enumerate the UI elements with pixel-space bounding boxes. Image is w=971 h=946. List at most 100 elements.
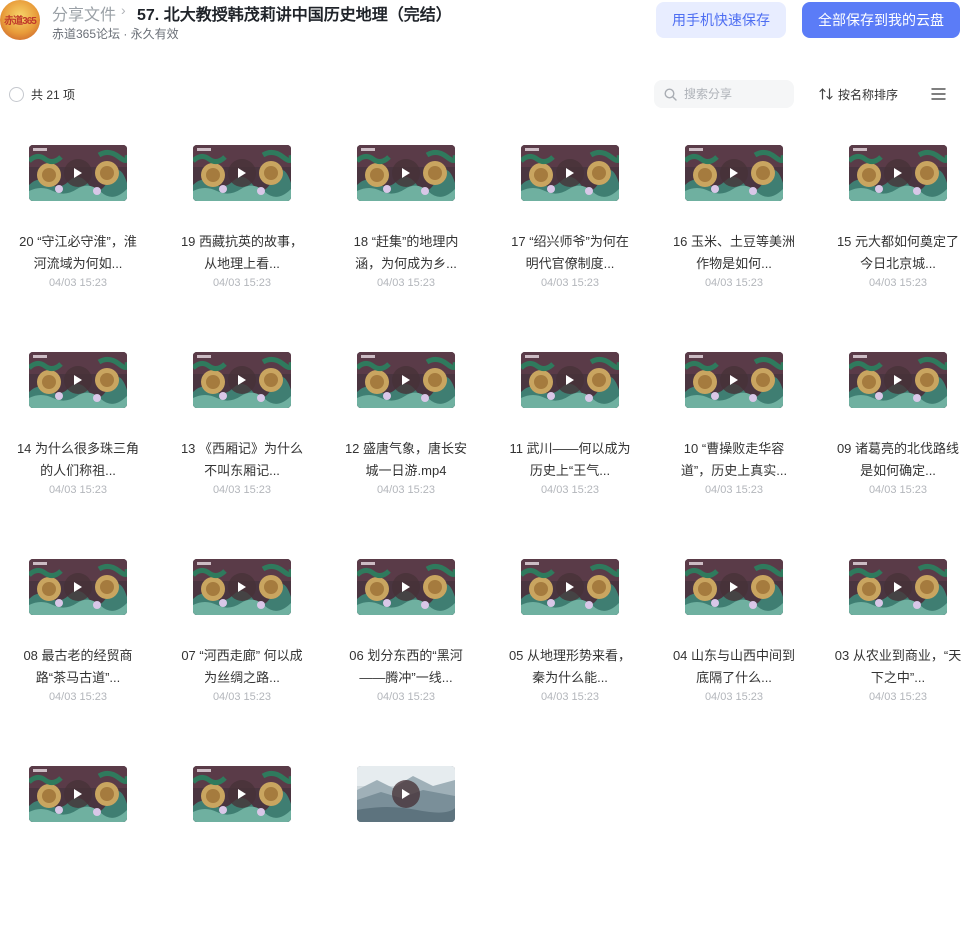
play-icon[interactable] xyxy=(392,366,420,394)
file-name[interactable]: 04 山东与山西中间到底隔了什么... xyxy=(670,645,798,689)
file-item[interactable]: 15 元大都如何奠定了今日北京城... 04/03 15:23 xyxy=(834,145,971,325)
play-icon[interactable] xyxy=(64,366,92,394)
file-date: 04/03 15:23 xyxy=(540,691,600,703)
video-thumbnail[interactable] xyxy=(357,352,455,408)
video-thumbnail[interactable] xyxy=(193,145,291,201)
video-thumbnail[interactable] xyxy=(357,766,455,822)
play-icon[interactable] xyxy=(392,573,420,601)
play-icon[interactable] xyxy=(556,366,584,394)
play-icon[interactable] xyxy=(228,573,256,601)
file-date: 04/03 15:23 xyxy=(868,484,928,496)
file-name[interactable]: 17 “绍兴师爷”为何在明代官僚制度... xyxy=(506,231,634,275)
play-icon[interactable] xyxy=(720,573,748,601)
video-thumbnail[interactable] xyxy=(521,145,619,201)
file-item[interactable] xyxy=(14,766,154,946)
breadcrumb-shared-files[interactable]: 分享文件 xyxy=(52,1,116,25)
sharer-avatar[interactable]: 赤道365 xyxy=(0,0,40,40)
file-item[interactable]: 04 山东与山西中间到底隔了什么... 04/03 15:23 xyxy=(670,559,810,739)
play-icon[interactable] xyxy=(884,159,912,187)
video-thumbnail[interactable] xyxy=(193,766,291,822)
play-icon[interactable] xyxy=(228,366,256,394)
video-thumbnail[interactable] xyxy=(357,145,455,201)
video-thumbnail[interactable] xyxy=(521,352,619,408)
file-item[interactable]: 16 玉米、土豆等美洲作物是如何... 04/03 15:23 xyxy=(670,145,810,325)
play-icon[interactable] xyxy=(720,366,748,394)
play-icon[interactable] xyxy=(884,573,912,601)
file-item[interactable]: 07 “河西走廊” 何以成为丝绸之路... 04/03 15:23 xyxy=(178,559,318,739)
avatar-logo-text: 赤道365 xyxy=(4,16,37,27)
file-item[interactable]: 12 盛唐气象，唐长安城一日游.mp4 04/03 15:23 xyxy=(342,352,482,532)
file-item[interactable]: 17 “绍兴师爷”为何在明代官僚制度... 04/03 15:23 xyxy=(506,145,646,325)
play-icon[interactable] xyxy=(228,159,256,187)
file-item[interactable]: 03 从农业到商业，“天下之中”... 04/03 15:23 xyxy=(834,559,971,739)
file-name[interactable]: 19 西藏抗英的故事，从地理上看... xyxy=(178,231,306,275)
file-item[interactable] xyxy=(342,766,482,946)
save-all-to-cloud-button[interactable]: 全部保存到我的云盘 xyxy=(802,2,960,38)
play-icon[interactable] xyxy=(720,159,748,187)
play-icon[interactable] xyxy=(556,573,584,601)
page-title: 57. 北大教授韩茂莉讲中国历史地理（完结） xyxy=(137,7,452,24)
video-thumbnail[interactable] xyxy=(29,559,127,615)
video-thumbnail[interactable] xyxy=(29,145,127,201)
share-header: 赤道365 分享文件 › 57. 北大教授韩茂莉讲中国历史地理（完结） 赤道36… xyxy=(0,0,971,60)
file-item[interactable]: 13 《西厢记》为什么不叫东厢记... 04/03 15:23 xyxy=(178,352,318,532)
play-icon[interactable] xyxy=(392,780,420,808)
file-name[interactable]: 05 从地理形势来看，秦为什么能... xyxy=(506,645,634,689)
file-name[interactable]: 12 盛唐气象，唐长安城一日游.mp4 xyxy=(342,438,470,482)
file-name[interactable]: 16 玉米、土豆等美洲作物是如何... xyxy=(670,231,798,275)
play-icon[interactable] xyxy=(228,780,256,808)
video-thumbnail[interactable] xyxy=(685,559,783,615)
search-box[interactable] xyxy=(654,80,794,108)
file-item[interactable]: 20 “守江必守淮”，淮河流域为何如... 04/03 15:23 xyxy=(14,145,154,325)
file-name[interactable]: 03 从农业到商业，“天下之中”... xyxy=(834,645,962,689)
item-count: 共 21 项 xyxy=(31,88,76,102)
phone-quick-save-button[interactable]: 用手机快速保存 xyxy=(656,2,786,38)
file-name[interactable]: 10 “曹操败走华容道”，历史上真实... xyxy=(670,438,798,482)
video-thumbnail[interactable] xyxy=(357,559,455,615)
file-item[interactable] xyxy=(178,766,318,946)
play-icon[interactable] xyxy=(64,573,92,601)
video-thumbnail[interactable] xyxy=(29,766,127,822)
file-item[interactable]: 08 最古老的经贸商路“茶马古道”... 04/03 15:23 xyxy=(14,559,154,739)
select-all-checkbox[interactable] xyxy=(9,87,24,102)
file-item[interactable]: 10 “曹操败走华容道”，历史上真实... 04/03 15:23 xyxy=(670,352,810,532)
file-item[interactable]: 05 从地理形势来看，秦为什么能... 04/03 15:23 xyxy=(506,559,646,739)
video-thumbnail[interactable] xyxy=(193,559,291,615)
play-icon[interactable] xyxy=(392,159,420,187)
file-name[interactable]: 18 “赶集”的地理内涵，为何成为乡... xyxy=(342,231,470,275)
file-name[interactable]: 20 “守江必守淮”，淮河流域为何如... xyxy=(14,231,142,275)
video-thumbnail[interactable] xyxy=(685,145,783,201)
video-thumbnail[interactable] xyxy=(521,559,619,615)
file-item[interactable]: 19 西藏抗英的故事，从地理上看... 04/03 15:23 xyxy=(178,145,318,325)
video-thumbnail[interactable] xyxy=(29,352,127,408)
video-thumbnail[interactable] xyxy=(849,145,947,201)
file-item[interactable]: 11 武川——何以成为历史上“王气... 04/03 15:23 xyxy=(506,352,646,532)
play-icon[interactable] xyxy=(556,159,584,187)
file-date: 04/03 15:23 xyxy=(704,484,764,496)
file-name[interactable]: 14 为什么很多珠三角的人们称祖... xyxy=(14,438,142,482)
video-thumbnail[interactable] xyxy=(849,352,947,408)
sort-button[interactable]: 按名称排序 xyxy=(819,86,898,102)
file-name[interactable]: 06 划分东西的“黑河——腾冲”一线... xyxy=(342,645,470,689)
file-name[interactable]: 09 诸葛亮的北伐路线是如何确定... xyxy=(834,438,962,482)
file-name[interactable]: 08 最古老的经贸商路“茶马古道”... xyxy=(14,645,142,689)
file-name[interactable]: 11 武川——何以成为历史上“王气... xyxy=(506,438,634,482)
file-name[interactable]: 13 《西厢记》为什么不叫东厢记... xyxy=(178,438,306,482)
video-thumbnail[interactable] xyxy=(193,352,291,408)
video-thumbnail[interactable] xyxy=(685,352,783,408)
search-input[interactable] xyxy=(682,86,786,102)
video-thumbnail[interactable] xyxy=(849,559,947,615)
file-name[interactable]: 15 元大都如何奠定了今日北京城... xyxy=(834,231,962,275)
file-date: 04/03 15:23 xyxy=(48,691,108,703)
file-item[interactable]: 14 为什么很多珠三角的人们称祖... 04/03 15:23 xyxy=(14,352,154,532)
play-icon[interactable] xyxy=(884,366,912,394)
file-item[interactable]: 06 划分东西的“黑河——腾冲”一线... 04/03 15:23 xyxy=(342,559,482,739)
list-view-icon[interactable] xyxy=(931,87,946,101)
file-item[interactable]: 18 “赶集”的地理内涵，为何成为乡... 04/03 15:23 xyxy=(342,145,482,325)
file-item[interactable]: 09 诸葛亮的北伐路线是如何确定... 04/03 15:23 xyxy=(834,352,971,532)
file-date: 04/03 15:23 xyxy=(212,277,272,289)
play-icon[interactable] xyxy=(64,780,92,808)
file-name[interactable]: 07 “河西走廊” 何以成为丝绸之路... xyxy=(178,645,306,689)
play-icon[interactable] xyxy=(64,159,92,187)
file-date: 04/03 15:23 xyxy=(212,484,272,496)
